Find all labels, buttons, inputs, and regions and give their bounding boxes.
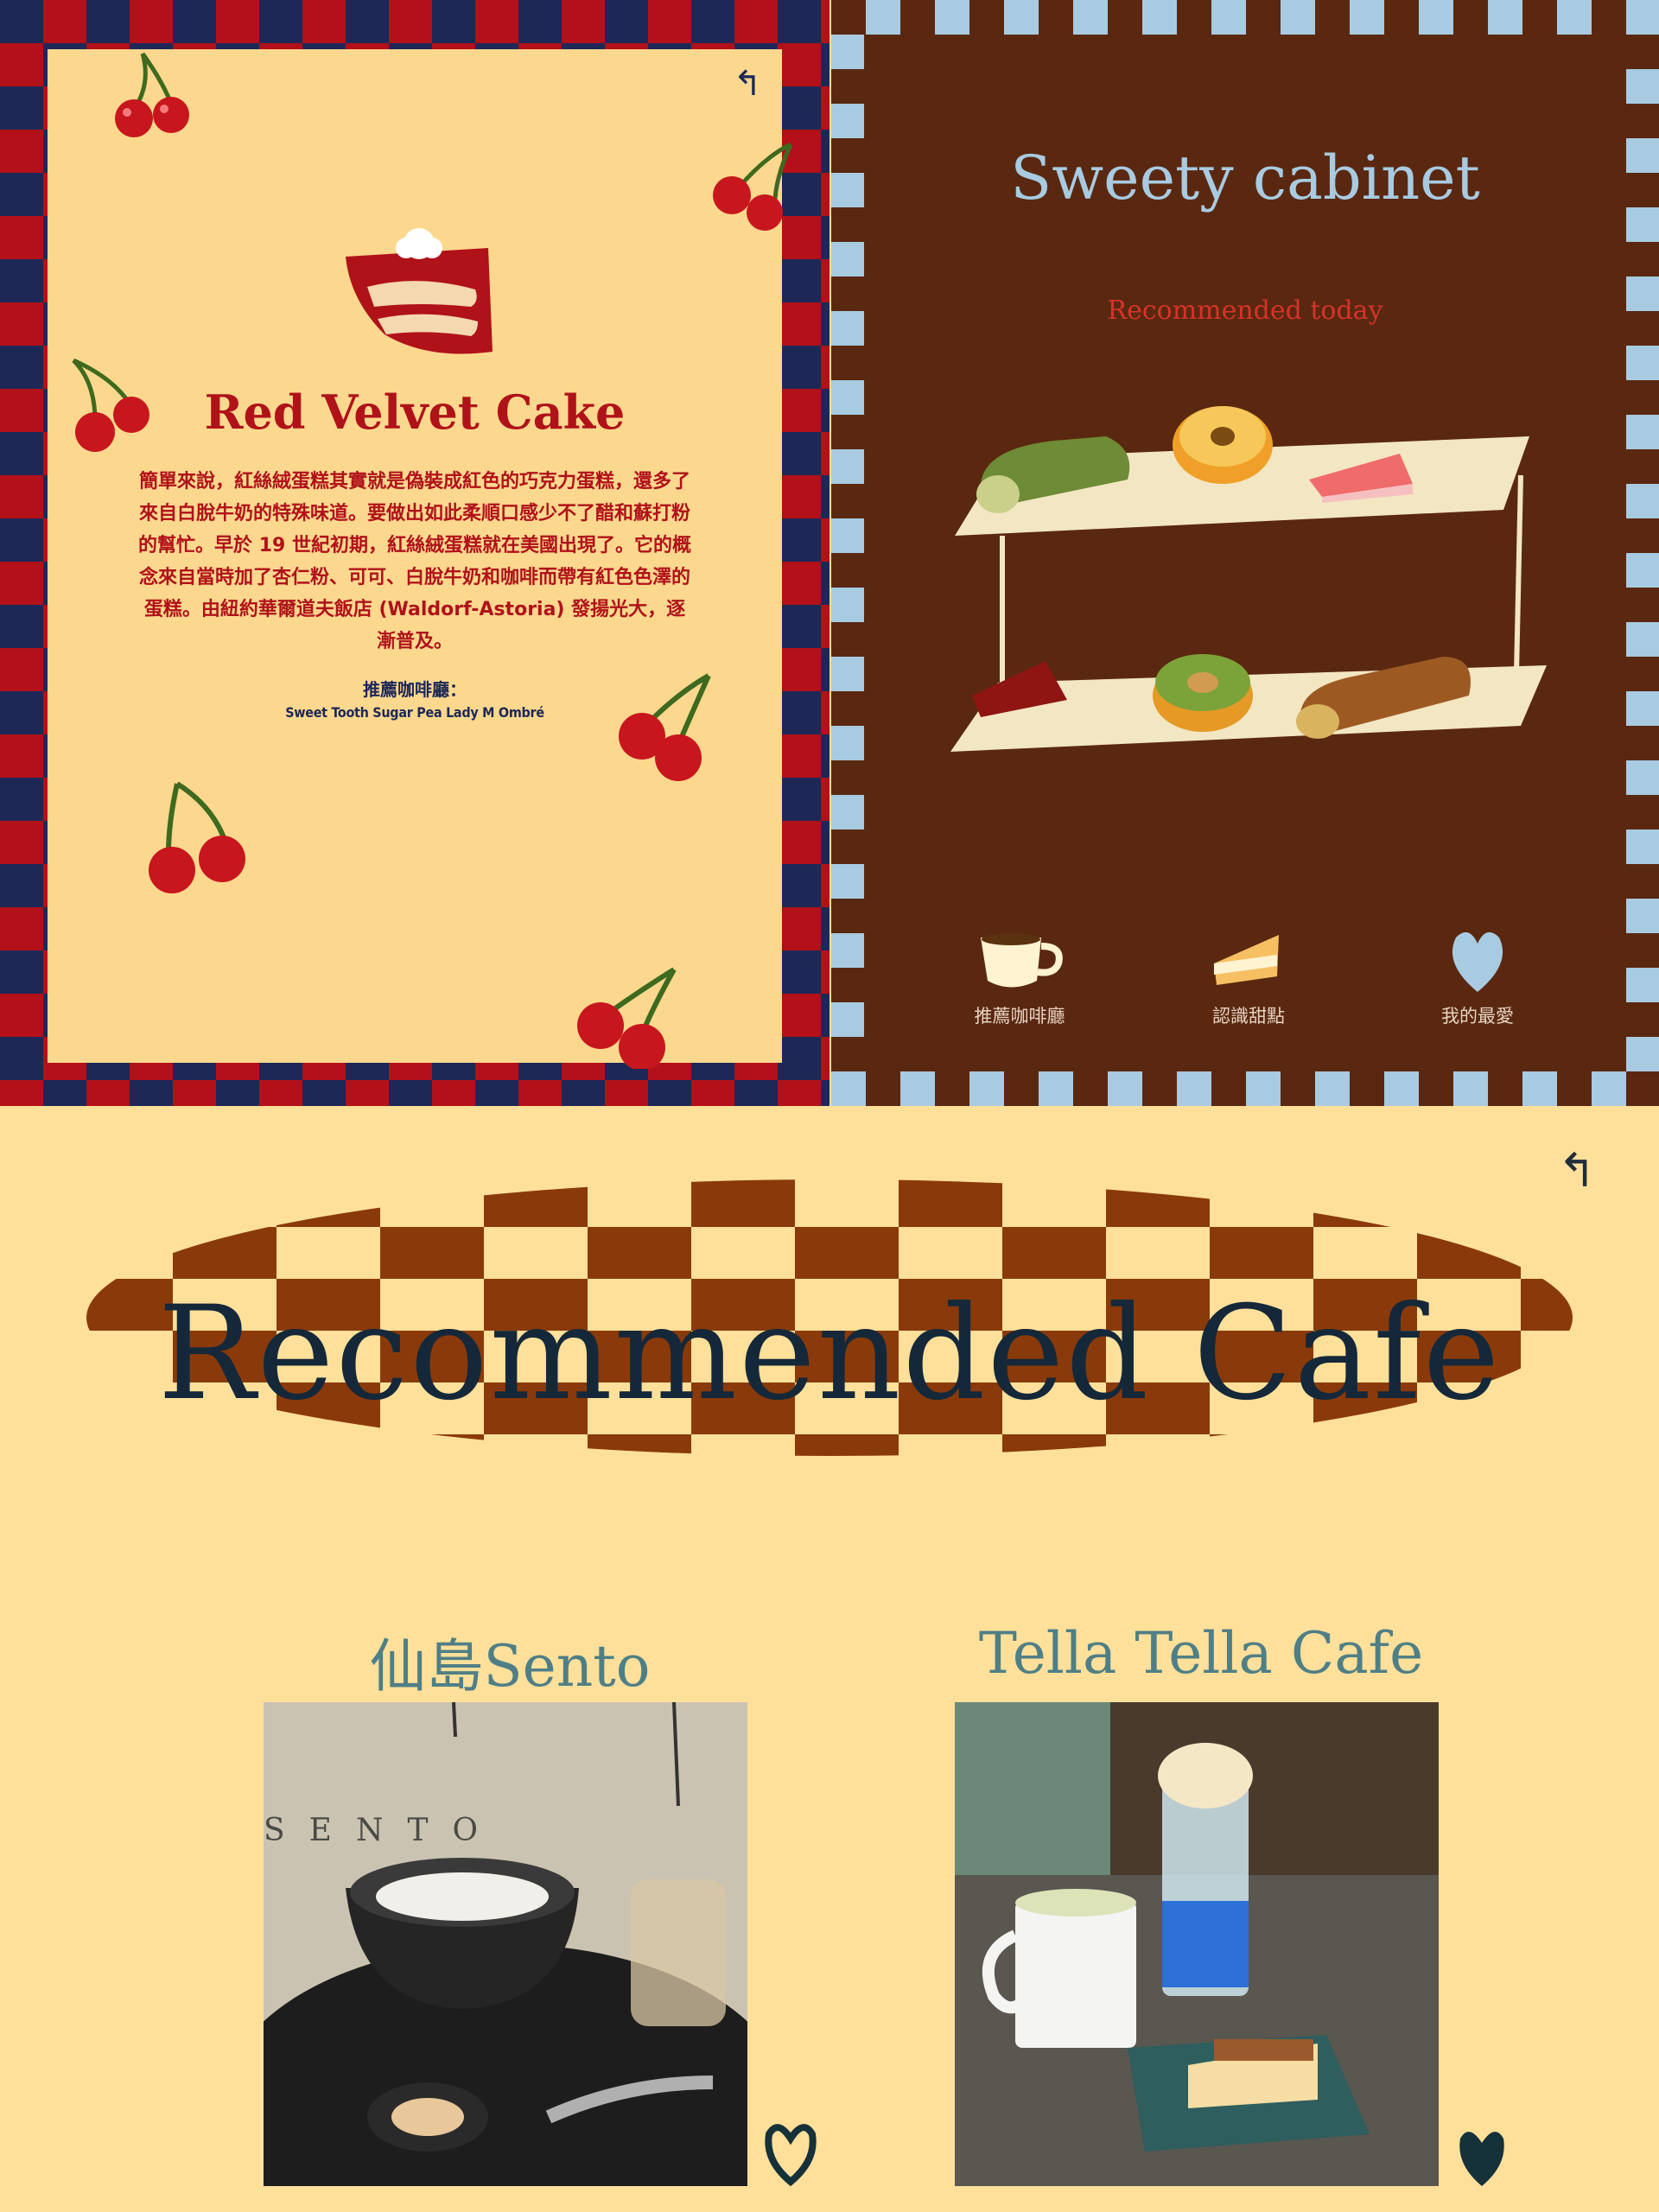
red-velvet-cake-screen: ↰ Red Velvet Cake 簡單來說，紅絲絨蛋糕其實就是偽裝成紅色的巧克…	[0, 0, 830, 1106]
cake-info-card: ↰ Red Velvet Cake 簡單來說，紅絲絨蛋糕其實就是偽裝成紅色的巧克…	[48, 49, 793, 1069]
favorite-button-tella-tella[interactable]	[1452, 2121, 1512, 2194]
coffee-cup-icon	[981, 933, 1063, 988]
heart-outline-icon	[765, 2124, 817, 2187]
tella-tella-dessert-photo	[955, 1702, 1439, 2186]
heart-icon	[1452, 931, 1503, 992]
nav-recommended-cafe[interactable]: 推薦咖啡廳	[933, 925, 1106, 1028]
cafe-photo-tella-tella[interactable]	[955, 1702, 1439, 2186]
red-velvet-cake-illustration	[346, 228, 493, 354]
back-icon[interactable]: ↰	[1547, 1141, 1607, 1201]
nav-my-favorites[interactable]: 我的最愛	[1391, 925, 1564, 1028]
cafe-name-tella-tella[interactable]: Tella Tella Cafe	[950, 1620, 1452, 1687]
cake-title: Red Velvet Cake	[204, 385, 626, 440]
nav-my-favorites-label: 我的最愛	[1441, 1006, 1514, 1027]
back-icon[interactable]: ↰	[721, 58, 773, 110]
app-title: Sweety cabinet	[1010, 143, 1480, 213]
home-content: Sweety cabinet Recommended today 推薦咖啡廳 認…	[864, 35, 1626, 1071]
page-title: Recommended Cafe	[157, 1279, 1502, 1429]
recommended-cafes-list: Sweet Tooth Sugar Pea Lady M Ombré	[285, 704, 544, 721]
cherry-icon	[577, 967, 677, 1069]
cake-description: 簡單來說，紅絲絨蛋糕其實就是偽裝成紅色的巧克力蛋糕，還多了來自白脫牛奶的特殊味道…	[138, 471, 691, 652]
recommended-cafe-screen: Recommended Cafe ↰ 仙島Sento SENTO Tella T…	[0, 1106, 1659, 2212]
nav-recommended-cafe-label: 推薦咖啡廳	[974, 1006, 1065, 1027]
nav-learn-desserts-label: 認識甜點	[1212, 1006, 1285, 1027]
cake-slice-icon	[1214, 935, 1279, 985]
dessert-shelf-illustration[interactable]	[950, 397, 1555, 778]
recommended-cafes-heading: 推薦咖啡廳：	[363, 679, 467, 700]
cherry-icon	[713, 142, 793, 231]
sento-dessert-photo: SENTO	[264, 1702, 747, 2186]
sento-sign-text: SENTO	[264, 1813, 502, 1848]
cafe-name-sento[interactable]: 仙島Sento	[259, 1620, 760, 1703]
cherry-icon	[115, 52, 189, 137]
cafe-photo-sento[interactable]: SENTO	[264, 1702, 747, 2186]
recommended-today-label: Recommended today	[1107, 296, 1383, 326]
nav-learn-desserts[interactable]: 認識甜點	[1162, 925, 1335, 1028]
heart-filled-icon	[1459, 2132, 1504, 2186]
cherry-icon	[149, 781, 245, 893]
sweety-cabinet-screen: Sweety cabinet Recommended today 推薦咖啡廳 認…	[831, 0, 1659, 1106]
favorite-button-sento[interactable]	[760, 2117, 821, 2190]
